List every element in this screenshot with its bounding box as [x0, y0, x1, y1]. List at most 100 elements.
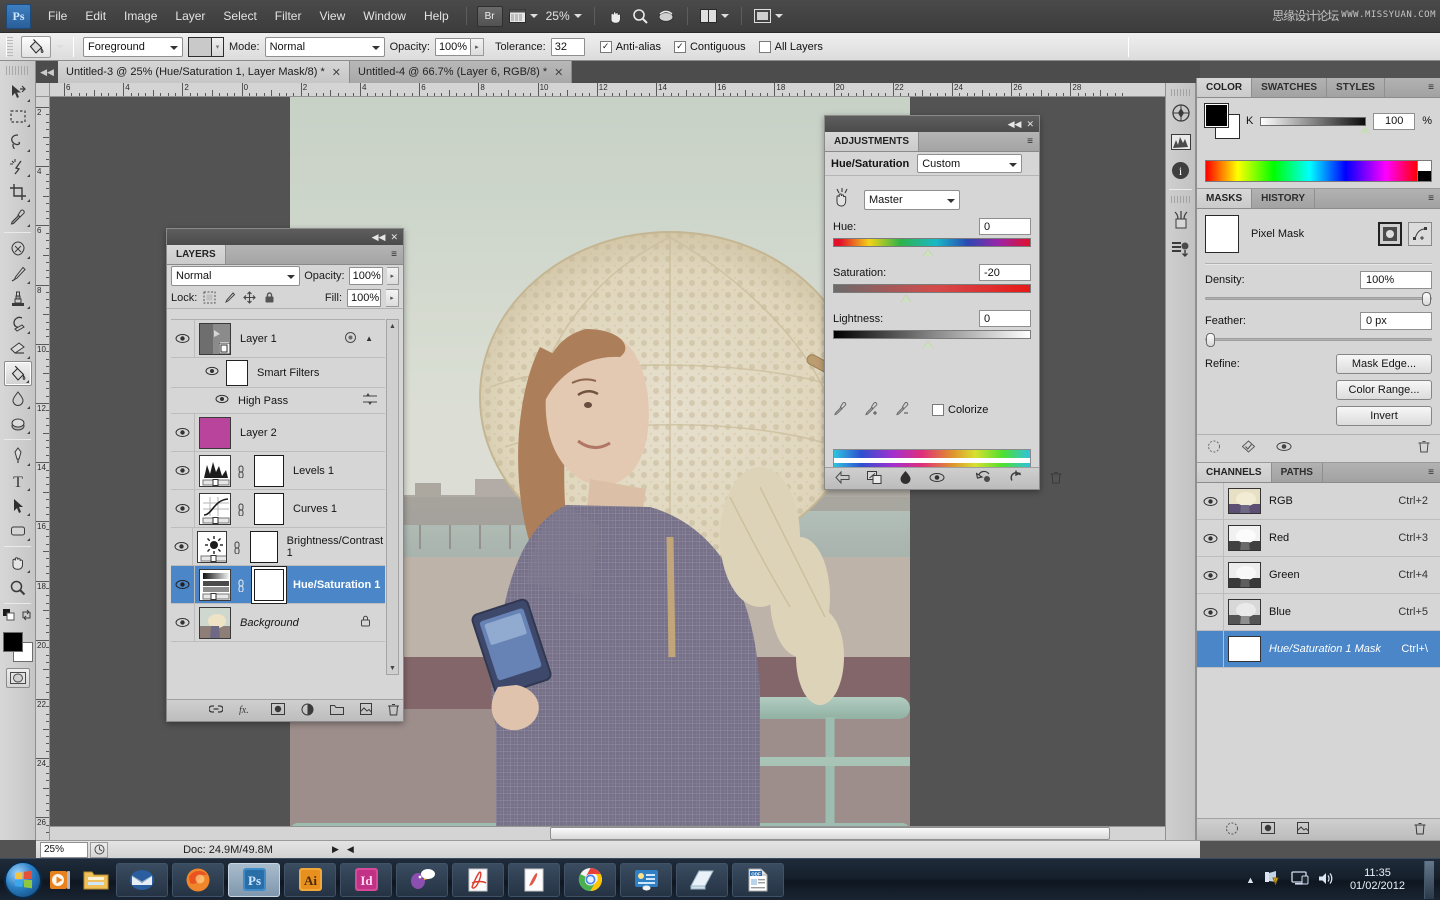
launch-bridge-button[interactable]: Br	[477, 6, 503, 27]
layer-blend-mode-select[interactable]: Normal	[171, 266, 300, 286]
adjustment-thumbnail-brightness[interactable]	[197, 531, 227, 563]
taskbar-photoshop[interactable]: Ps	[228, 863, 280, 897]
background-layer-thumbnail[interactable]	[199, 607, 231, 639]
rotate-view-tool-menu-icon[interactable]	[653, 8, 679, 24]
layer-fill-stepper[interactable]: ▸	[386, 289, 399, 307]
taskbar-chrome[interactable]	[564, 863, 616, 897]
layer-row-layer-2[interactable]: Layer 2	[171, 414, 385, 452]
anti-alias-checkbox[interactable]: ✓ Anti-alias	[600, 41, 661, 53]
show-hidden-icons-arrow[interactable]: ▲	[1246, 875, 1255, 885]
feather-input[interactable]: 0 px	[1360, 312, 1432, 330]
lock-position-icon[interactable]	[242, 290, 257, 305]
load-selection-from-mask-icon[interactable]	[1207, 440, 1221, 456]
pixel-mask-button[interactable]	[1378, 222, 1402, 246]
brush-presets-panel-icon[interactable]	[1168, 207, 1193, 232]
info-panel-icon[interactable]: i	[1168, 158, 1193, 183]
disable-mask-icon[interactable]	[1276, 441, 1292, 455]
new-layer-icon[interactable]	[360, 703, 372, 718]
lock-transparency-icon[interactable]	[202, 290, 217, 305]
menu-layer[interactable]: Layer	[166, 5, 214, 27]
menu-view[interactable]: View	[310, 5, 354, 27]
layer-name[interactable]: Layer 2	[240, 427, 277, 439]
expand-view-icon[interactable]	[867, 471, 882, 487]
vertical-ruler[interactable]: 2468101214161820222426	[36, 97, 50, 840]
channel-row-blue[interactable]: Blue Ctrl+5	[1197, 594, 1440, 631]
invert-button[interactable]: Invert	[1336, 406, 1432, 426]
channel-visibility-toggle[interactable]	[1197, 631, 1224, 668]
eyedropper-subtract-icon[interactable]	[895, 401, 910, 419]
channel-thumbnail-rgb[interactable]	[1228, 488, 1261, 514]
blur-tool[interactable]	[4, 386, 32, 411]
color-panel[interactable]: COLOR SWATCHES STYLES ≡ K 100	[1197, 78, 1440, 189]
add-layer-mask-icon[interactable]	[271, 703, 285, 718]
tab-adjustments[interactable]: ADJUSTMENTS	[825, 132, 919, 151]
adjustments-panel[interactable]: ◀◀ ✕ ADJUSTMENTS ≡ Hue/Saturation Custom…	[824, 115, 1040, 490]
horizontal-ruler[interactable]: 6420246810121416182022242628	[50, 83, 1200, 97]
taskbar-acrobat[interactable]	[452, 863, 504, 897]
collapse-icon[interactable]: ◀◀	[372, 232, 386, 243]
zoom-tool-menu-icon[interactable]	[628, 8, 653, 25]
new-channel-icon[interactable]	[1297, 822, 1309, 837]
pen-tool[interactable]	[4, 443, 32, 468]
clip-to-layer-icon[interactable]	[899, 470, 912, 487]
layer-row-brightness-contrast-1[interactable]: Brightness/Contrast 1	[171, 528, 385, 566]
ruler-corner[interactable]	[36, 83, 50, 97]
lasso-tool[interactable]	[4, 129, 32, 154]
tab-layers[interactable]: LAYERS	[167, 245, 226, 264]
adjustment-thumbnail-curves[interactable]	[199, 493, 231, 525]
eyedropper-tool[interactable]	[4, 204, 32, 229]
layer-row-curves-1[interactable]: Curves 1	[171, 490, 385, 528]
quick-launch-media-player[interactable]	[42, 861, 78, 899]
layer-row-background[interactable]: Background	[171, 604, 385, 642]
eyedropper-sample-icon[interactable]	[833, 401, 848, 419]
rectangle-tool[interactable]	[4, 518, 32, 543]
color-range-button[interactable]: Color Range...	[1336, 380, 1432, 400]
layer-mask-link-icon[interactable]	[236, 578, 246, 592]
link-layers-icon[interactable]	[209, 703, 223, 718]
color-panel-swatches[interactable]	[1205, 104, 1239, 138]
expand-filters-icon[interactable]: ▲	[365, 334, 373, 343]
status-info-icon[interactable]	[90, 842, 108, 858]
layer-mask-thumbnail-active[interactable]	[254, 569, 284, 601]
opacity-stepper[interactable]: ▸	[471, 38, 484, 56]
layer-mask-link-icon[interactable]	[236, 464, 246, 478]
layer-visibility-toggle[interactable]	[171, 414, 195, 452]
channel-row-rgb[interactable]: RGB Ctrl+2	[1197, 483, 1440, 520]
close-icon[interactable]: ✕	[1026, 119, 1034, 130]
quick-launch-explorer[interactable]	[78, 861, 114, 899]
menu-edit[interactable]: Edit	[76, 5, 115, 27]
channel-thumbnail-mask[interactable]	[1228, 636, 1261, 662]
layers-scroll-down-arrow[interactable]: ▼	[387, 662, 398, 674]
adjustments-panel-menu-icon[interactable]: ≡	[1021, 132, 1039, 151]
clone-source-panel-icon[interactable]	[1168, 236, 1193, 261]
k-slider-handle[interactable]	[1360, 126, 1370, 133]
taskbar-odf-document[interactable]: ODF	[732, 863, 784, 897]
foreground-color-swatch[interactable]	[3, 632, 23, 652]
dock-grip-2[interactable]	[1171, 196, 1190, 203]
layer-visibility-toggle[interactable]	[171, 452, 195, 490]
layer-row-high-pass[interactable]: High Pass	[171, 388, 385, 414]
layer-thumbnail[interactable]	[199, 417, 231, 449]
save-selection-as-channel-icon[interactable]	[1261, 822, 1275, 837]
layers-panel-scrollbar[interactable]: ▲ ▼	[386, 319, 399, 675]
network-warning-icon[interactable]: !	[1264, 870, 1282, 889]
h-slider-track[interactable]	[833, 238, 1031, 247]
opacity-input[interactable]: 100%	[435, 38, 471, 56]
channel-thumbnail-blue[interactable]	[1228, 599, 1261, 625]
layer-mask-link-icon[interactable]	[232, 540, 241, 554]
tab-channels[interactable]: CHANNELS	[1197, 463, 1272, 482]
preset-select[interactable]: Custom	[917, 154, 1022, 173]
zoom-level-display[interactable]: 25%	[542, 9, 586, 23]
filter-options-icon[interactable]	[363, 393, 377, 408]
black-swatch[interactable]	[1417, 171, 1431, 181]
reset-adjustment-icon[interactable]	[1009, 470, 1023, 487]
layers-list[interactable]: Layer 1 ▲ Smart Filters High Pass	[171, 319, 385, 675]
delete-mask-icon[interactable]	[1418, 439, 1430, 456]
tab-paths[interactable]: PATHS	[1272, 463, 1323, 482]
view-extras-button[interactable]	[505, 9, 542, 23]
delete-channel-icon[interactable]	[1414, 821, 1426, 838]
layer-fill-input[interactable]: 100%	[347, 289, 381, 307]
swap-colors-icon[interactable]	[21, 609, 33, 624]
zoom-tool[interactable]	[4, 575, 32, 600]
channel-visibility-toggle[interactable]	[1197, 594, 1224, 631]
